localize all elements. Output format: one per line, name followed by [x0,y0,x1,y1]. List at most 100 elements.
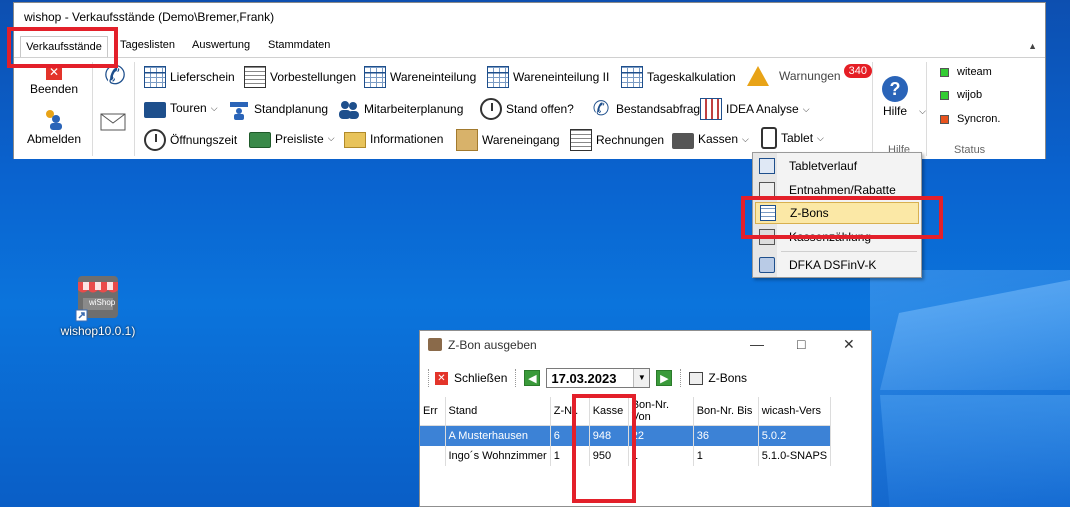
dialog-titlebar: Z-Bon ausgeben — □ ✕ [420,331,871,361]
clock-icon [480,98,502,120]
calendar-clock-icon [621,66,643,88]
table-row[interactable]: Ingo´s Wohnzimmer 1 950 1 1 5.1.0-SNAPS [420,445,832,466]
status-witeam: witeam [940,66,992,78]
desktop-icon-wishop[interactable]: wiShop wishop10.0.1) [58,272,138,338]
wareneingang-button[interactable]: Wareneingang [456,129,560,151]
people-icon [338,98,360,120]
schliessen-button[interactable]: ✕ Schließen [435,371,507,385]
grid-icon [144,66,166,88]
chevron-down-icon: ⌵ [210,102,218,113]
z-bons-print-button[interactable]: Z-Bons [689,371,747,385]
discount-icon [759,182,775,198]
grid-icon [487,66,509,88]
table-cell: 948 [589,425,629,446]
truck-icon [144,102,166,118]
document-edit-icon [244,66,266,88]
table-cell: Ingo´s Wohnzimmer [445,445,551,466]
tab-verkaufsstaende[interactable]: Verkaufsstände [20,36,108,58]
dialog-toolbar: ✕ Schließen ◀ 17.03.2023 ▼ ▶ Z-Bons [420,364,871,392]
tab-tageslisten[interactable]: Tageslisten [120,39,175,51]
shop-person-icon [228,98,250,120]
desktop-icon-label: wishop10.0.1) [60,324,136,338]
status-wijob: wijob [940,89,982,101]
hilfe-button[interactable]: ? Hilfe ⌵ [878,76,926,118]
tab-auswertung[interactable]: Auswertung [192,39,250,51]
ribbon-tabs: Verkaufsstände Tageslisten Auswertung St… [14,36,1045,58]
tablet-icon [761,127,777,149]
column-header[interactable]: Z-Nr. [550,397,590,426]
rechnungen-button[interactable]: Rechnungen [570,129,664,151]
vorbestellungen-button[interactable]: Vorbestellungen [244,66,356,88]
column-header[interactable]: Err [420,397,446,426]
desktop-wallpaper-pane [880,395,1070,507]
wareneinteilung-2-button[interactable]: Wareneinteilung II [487,66,609,88]
tageskalkulation-button[interactable]: Tageskalkulation [621,66,736,88]
touren-button[interactable]: Touren ⌵ [144,98,218,118]
tablet-dropdown-menu: Tabletverlauf Entnahmen/Rabatte Z-Bons K… [752,152,922,278]
lieferschein-button[interactable]: Lieferschein [144,66,235,88]
menu-item-z-bons[interactable]: Z-Bons [755,202,919,224]
column-header[interactable]: wicash-Vers [758,397,832,426]
invoice-icon [570,129,592,151]
cash-register-icon [672,133,694,149]
abmelden-button[interactable]: Abmelden [24,108,84,146]
beenden-button[interactable]: ✕ Beenden [26,64,82,96]
phone-icon: ✆ [104,60,126,90]
informationen-button[interactable]: Informationen [344,129,443,148]
tablet-button[interactable]: Tablet ⌵ [758,127,824,149]
mitarbeiterplanung-button[interactable]: Mitarbeiterplanung [338,98,463,120]
column-header[interactable]: Bon-Nr. Bis [693,397,759,426]
mail-button[interactable] [100,113,130,131]
table-cell: 950 [589,445,629,466]
folder-icon [344,132,366,148]
menu-item-tabletverlauf[interactable]: Tabletverlauf [755,155,919,177]
idea-analysis-icon [700,98,722,120]
tab-stammdaten[interactable]: Stammdaten [268,39,330,51]
export-icon [759,257,775,273]
receipt-icon [760,205,776,221]
chevron-down-icon[interactable]: ▼ [633,369,650,387]
next-day-button[interactable]: ▶ [656,370,673,386]
column-header[interactable]: Bon-Nr. Von [628,397,694,426]
table-cell [420,445,446,466]
idea-analyse-button[interactable]: IDEA Analyse ⌵ [700,98,810,120]
column-header[interactable]: Kasse [589,397,629,426]
tablet-history-icon [759,158,775,174]
stand-offen-button[interactable]: Stand offen? [480,98,574,120]
date-picker[interactable]: 17.03.2023 ▼ [546,368,651,388]
kassen-button[interactable]: Kassen ⌵ [672,129,749,149]
standplanung-button[interactable]: Standplanung [228,98,328,120]
preisliste-button[interactable]: Preisliste ⌵ [249,129,335,148]
minimize-button[interactable]: — [750,336,764,352]
phone-button[interactable]: ✆ [102,60,132,92]
money-list-icon [249,132,271,148]
window-title: wishop - Verkaufsstände (Demo\Bremer,Fra… [24,10,275,24]
phone-icon: ✆ [592,98,610,120]
maximize-button[interactable]: □ [797,336,805,352]
menu-item-kassenzaehlung[interactable]: Kassenzählung [755,226,919,248]
group-label-status: Status [954,144,986,156]
oeffnungszeit-button[interactable]: Öffnungszeit [144,129,237,151]
status-indicator [940,90,949,100]
grid-icon [364,66,386,88]
status-syncron: Syncron. [940,113,1000,125]
chevron-down-icon: ⌵ [919,106,926,116]
ribbon-collapse-icon[interactable]: ▲ [1028,41,1037,51]
register-icon [428,338,442,351]
close-window-button[interactable]: ✕ [843,336,855,353]
warnungen-button[interactable]: Warnungen 340 [747,64,872,86]
count-icon [759,229,775,245]
ribbon: ✕ Beenden Abmelden ✆ Lieferschein Vorbes… [14,57,1045,159]
menu-item-entnahmen-rabatte[interactable]: Entnahmen/Rabatte [755,179,919,201]
column-header[interactable]: Stand [445,397,551,426]
wareneinteilung-button[interactable]: Wareneinteilung [364,66,476,88]
bestandsabfrage-button[interactable]: ✆ Bestandsabfrage [590,98,707,120]
table-row[interactable]: A Musterhausen 6 948 22 36 5.0.2 [420,425,832,446]
prev-day-button[interactable]: ◀ [524,370,541,386]
main-window: wishop - Verkaufsstände (Demo\Bremer,Fra… [13,2,1046,159]
user-key-icon [44,108,64,130]
menu-item-dfka-dsfinv-k[interactable]: DFKA DSFinV-K [755,254,919,276]
table-header-row: Err Stand Z-Nr. Kasse Bon-Nr. Von Bon-Nr… [420,397,832,426]
table-cell [420,425,446,446]
table-cell: A Musterhausen [445,425,551,446]
